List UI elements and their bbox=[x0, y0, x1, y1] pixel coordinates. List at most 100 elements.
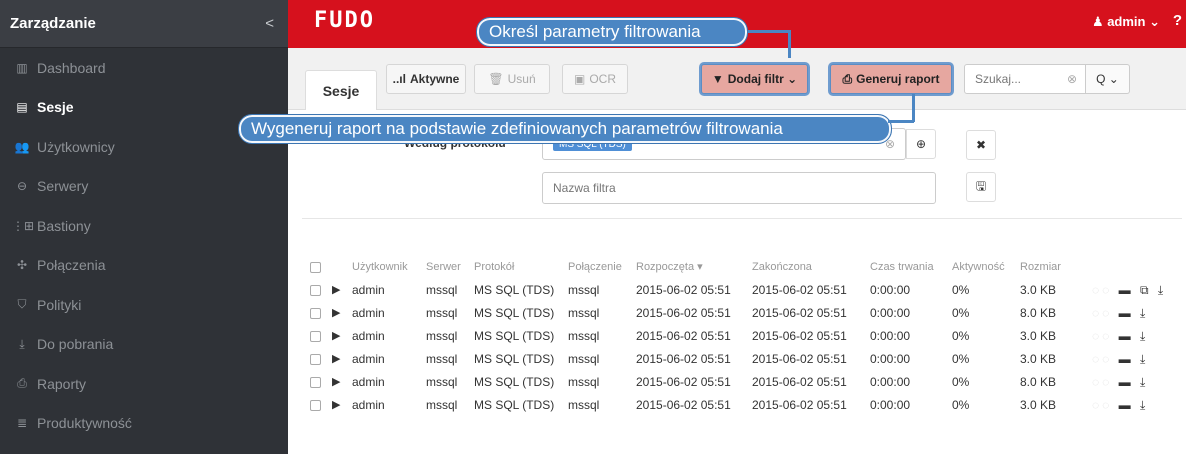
faint-icons: ◌◌ bbox=[1092, 352, 1119, 366]
sidebar-item-dashboard[interactable]: ▥ Dashboard bbox=[0, 48, 288, 88]
cell-conn: mssql bbox=[568, 306, 600, 320]
row-checkbox[interactable] bbox=[310, 394, 321, 417]
expand-row-icon[interactable]: ▶ bbox=[332, 394, 340, 417]
column-header[interactable]: Użytkownik bbox=[352, 256, 408, 279]
row-actions[interactable]: ◌◌ ▬ ⧉ ⤓ bbox=[1092, 279, 1166, 302]
table-row[interactable]: ▶ admin mssql MS SQL (TDS) mssql 2015-06-02 0… bbox=[302, 394, 1182, 417]
ocr-label: OCR bbox=[589, 72, 616, 86]
table-row[interactable]: ▶ admin mssql MS SQL (TDS) mssql 2015-06-02 0… bbox=[302, 348, 1182, 371]
user-menu[interactable]: ♟ admin ⌄ bbox=[1092, 14, 1160, 30]
column-header[interactable]: Rozmiar bbox=[1020, 256, 1061, 279]
search-button[interactable]: Q ⌄ bbox=[1086, 64, 1130, 94]
search-placeholder: Szukaj... bbox=[975, 72, 1022, 86]
active-label: Aktywne bbox=[409, 72, 460, 86]
remove-filter-icon[interactable]: ✖ bbox=[966, 130, 996, 160]
delete-label: Usuń bbox=[507, 72, 536, 86]
add-filter-button[interactable]: ▼ Dodaj filtr ⌄ bbox=[701, 64, 808, 94]
cell-user: admin bbox=[352, 306, 385, 320]
row-action-icons[interactable]: ▬ ⤓ bbox=[1119, 398, 1149, 412]
row-checkbox[interactable] bbox=[310, 371, 321, 394]
callout-connector bbox=[912, 94, 915, 122]
row-action-icons[interactable]: ▬ ⤓ bbox=[1119, 329, 1149, 343]
row-checkbox[interactable] bbox=[310, 279, 321, 302]
cell-duration: 0:00:00 bbox=[870, 375, 911, 389]
row-action-icons[interactable]: ▬ ⤓ bbox=[1119, 306, 1149, 320]
cell-user: admin bbox=[352, 375, 385, 389]
sidebar-item-productivity[interactable]: ≣ Produktywność bbox=[0, 404, 288, 444]
column-header[interactable]: Aktywność bbox=[952, 256, 1005, 279]
row-actions[interactable]: ◌◌ ▬ ⤓ bbox=[1092, 325, 1148, 348]
faint-icons: ◌◌ bbox=[1092, 375, 1119, 389]
collapse-sidebar-icon[interactable]: < bbox=[265, 15, 274, 32]
sidebar-item-servers[interactable]: ⊖ Serwery bbox=[0, 167, 288, 207]
sidebar-item-policies[interactable]: ⛉ Polityki bbox=[0, 285, 288, 325]
cell-end: 2015-06-02 05:51 bbox=[752, 306, 847, 320]
filter-name-input[interactable]: Nazwa filtra bbox=[542, 172, 936, 204]
sidebar-item-label: Sesje bbox=[37, 99, 74, 116]
row-actions[interactable]: ◌◌ ▬ ⤓ bbox=[1092, 371, 1148, 394]
column-header[interactable]: Czas trwania bbox=[870, 256, 934, 279]
cell-protocol: MS SQL (TDS) bbox=[474, 329, 555, 343]
print-icon: ⎙ bbox=[842, 71, 853, 86]
sidebar-item-downloads[interactable]: ⤓ Do pobrania bbox=[0, 325, 288, 365]
row-checkbox[interactable] bbox=[310, 302, 321, 325]
row-action-icons[interactable]: ▬ ⧉ ⤓ bbox=[1119, 283, 1167, 297]
ocr-button[interactable]: ▣ OCR bbox=[562, 64, 628, 94]
row-checkbox[interactable] bbox=[310, 348, 321, 371]
search-input[interactable]: Szukaj... ⊗ bbox=[964, 64, 1086, 94]
cell-duration: 0:00:00 bbox=[870, 306, 911, 320]
tab-sessions[interactable]: Sesje bbox=[305, 70, 377, 110]
active-button[interactable]: ..ıl Aktywne bbox=[386, 64, 466, 94]
callout-filter-params: Określ parametry filtrowania bbox=[476, 17, 748, 47]
faint-icons: ◌◌ bbox=[1092, 306, 1119, 320]
cell-duration: 0:00:00 bbox=[870, 329, 911, 343]
row-checkbox[interactable] bbox=[310, 325, 321, 348]
expand-row-icon[interactable]: ▶ bbox=[332, 302, 340, 325]
column-header[interactable]: Serwer bbox=[426, 256, 461, 279]
cell-start: 2015-06-02 05:51 bbox=[636, 375, 731, 389]
row-action-icons[interactable]: ▬ ⤓ bbox=[1119, 375, 1149, 389]
row-actions[interactable]: ◌◌ ▬ ⤓ bbox=[1092, 302, 1148, 325]
cell-size: 3.0 KB bbox=[1020, 352, 1057, 366]
zoom-in-icon[interactable]: ⊕ bbox=[906, 129, 936, 159]
save-filter-icon[interactable]: 🖫 bbox=[966, 172, 996, 202]
productivity-icon: ≣ bbox=[16, 416, 28, 431]
cell-user: admin bbox=[352, 352, 385, 366]
help-icon[interactable]: ? bbox=[1173, 12, 1182, 29]
sessions-table: Użytkownik Serwer Protokół Połączenie Ro… bbox=[302, 256, 1182, 417]
sidebar-item-reports[interactable]: ⎙ Raporty bbox=[0, 364, 288, 404]
cell-conn: mssql bbox=[568, 329, 600, 343]
callout-connector bbox=[788, 30, 791, 58]
users-icon: 👥 bbox=[14, 139, 30, 154]
column-header[interactable]: Protokół bbox=[474, 256, 514, 279]
delete-button[interactable]: 🗑 Usuń bbox=[474, 64, 550, 94]
cell-conn: mssql bbox=[568, 375, 600, 389]
sidebar-item-label: Do pobrania bbox=[37, 336, 114, 353]
expand-row-icon[interactable]: ▶ bbox=[332, 279, 340, 302]
row-actions[interactable]: ◌◌ ▬ ⤓ bbox=[1092, 348, 1148, 371]
cell-start: 2015-06-02 05:51 bbox=[636, 283, 731, 297]
row-actions[interactable]: ◌◌ ▬ ⤓ bbox=[1092, 394, 1148, 417]
sidebar: Zarządzanie < ▥ Dashboard ▤ Sesje 👥 Użyt… bbox=[0, 0, 288, 454]
column-header[interactable]: Rozpoczęta ▾ bbox=[636, 256, 703, 279]
table-row[interactable]: ▶ admin mssql MS SQL (TDS) mssql 2015-06-02 0… bbox=[302, 302, 1182, 325]
generate-report-button[interactable]: ⎙ Generuj raport bbox=[830, 64, 952, 94]
table-row[interactable]: ▶ admin mssql MS SQL (TDS) mssql 2015-06-02 0… bbox=[302, 325, 1182, 348]
column-header[interactable]: Zakończona bbox=[752, 256, 812, 279]
cell-conn: mssql bbox=[568, 398, 600, 412]
cell-protocol: MS SQL (TDS) bbox=[474, 306, 555, 320]
table-row[interactable]: ▶ admin mssql MS SQL (TDS) mssql 2015-06-02 0… bbox=[302, 279, 1182, 302]
cell-size: 3.0 KB bbox=[1020, 398, 1057, 412]
expand-row-icon[interactable]: ▶ bbox=[332, 371, 340, 394]
row-action-icons[interactable]: ▬ ⤓ bbox=[1119, 352, 1149, 366]
select-all-checkbox[interactable] bbox=[310, 256, 321, 279]
table-row[interactable]: ▶ admin mssql MS SQL (TDS) mssql 2015-06-02 0… bbox=[302, 371, 1182, 394]
expand-row-icon[interactable]: ▶ bbox=[332, 348, 340, 371]
cell-server: mssql bbox=[426, 375, 458, 389]
sidebar-title: Zarządzanie bbox=[10, 15, 96, 32]
expand-row-icon[interactable]: ▶ bbox=[332, 325, 340, 348]
clear-search-icon[interactable]: ⊗ bbox=[1067, 72, 1077, 86]
sidebar-item-connections[interactable]: ✣ Połączenia bbox=[0, 246, 288, 286]
sidebar-item-bastions[interactable]: ⋮⊞ Bastiony bbox=[0, 206, 288, 246]
column-header[interactable]: Połączenie bbox=[568, 256, 622, 279]
